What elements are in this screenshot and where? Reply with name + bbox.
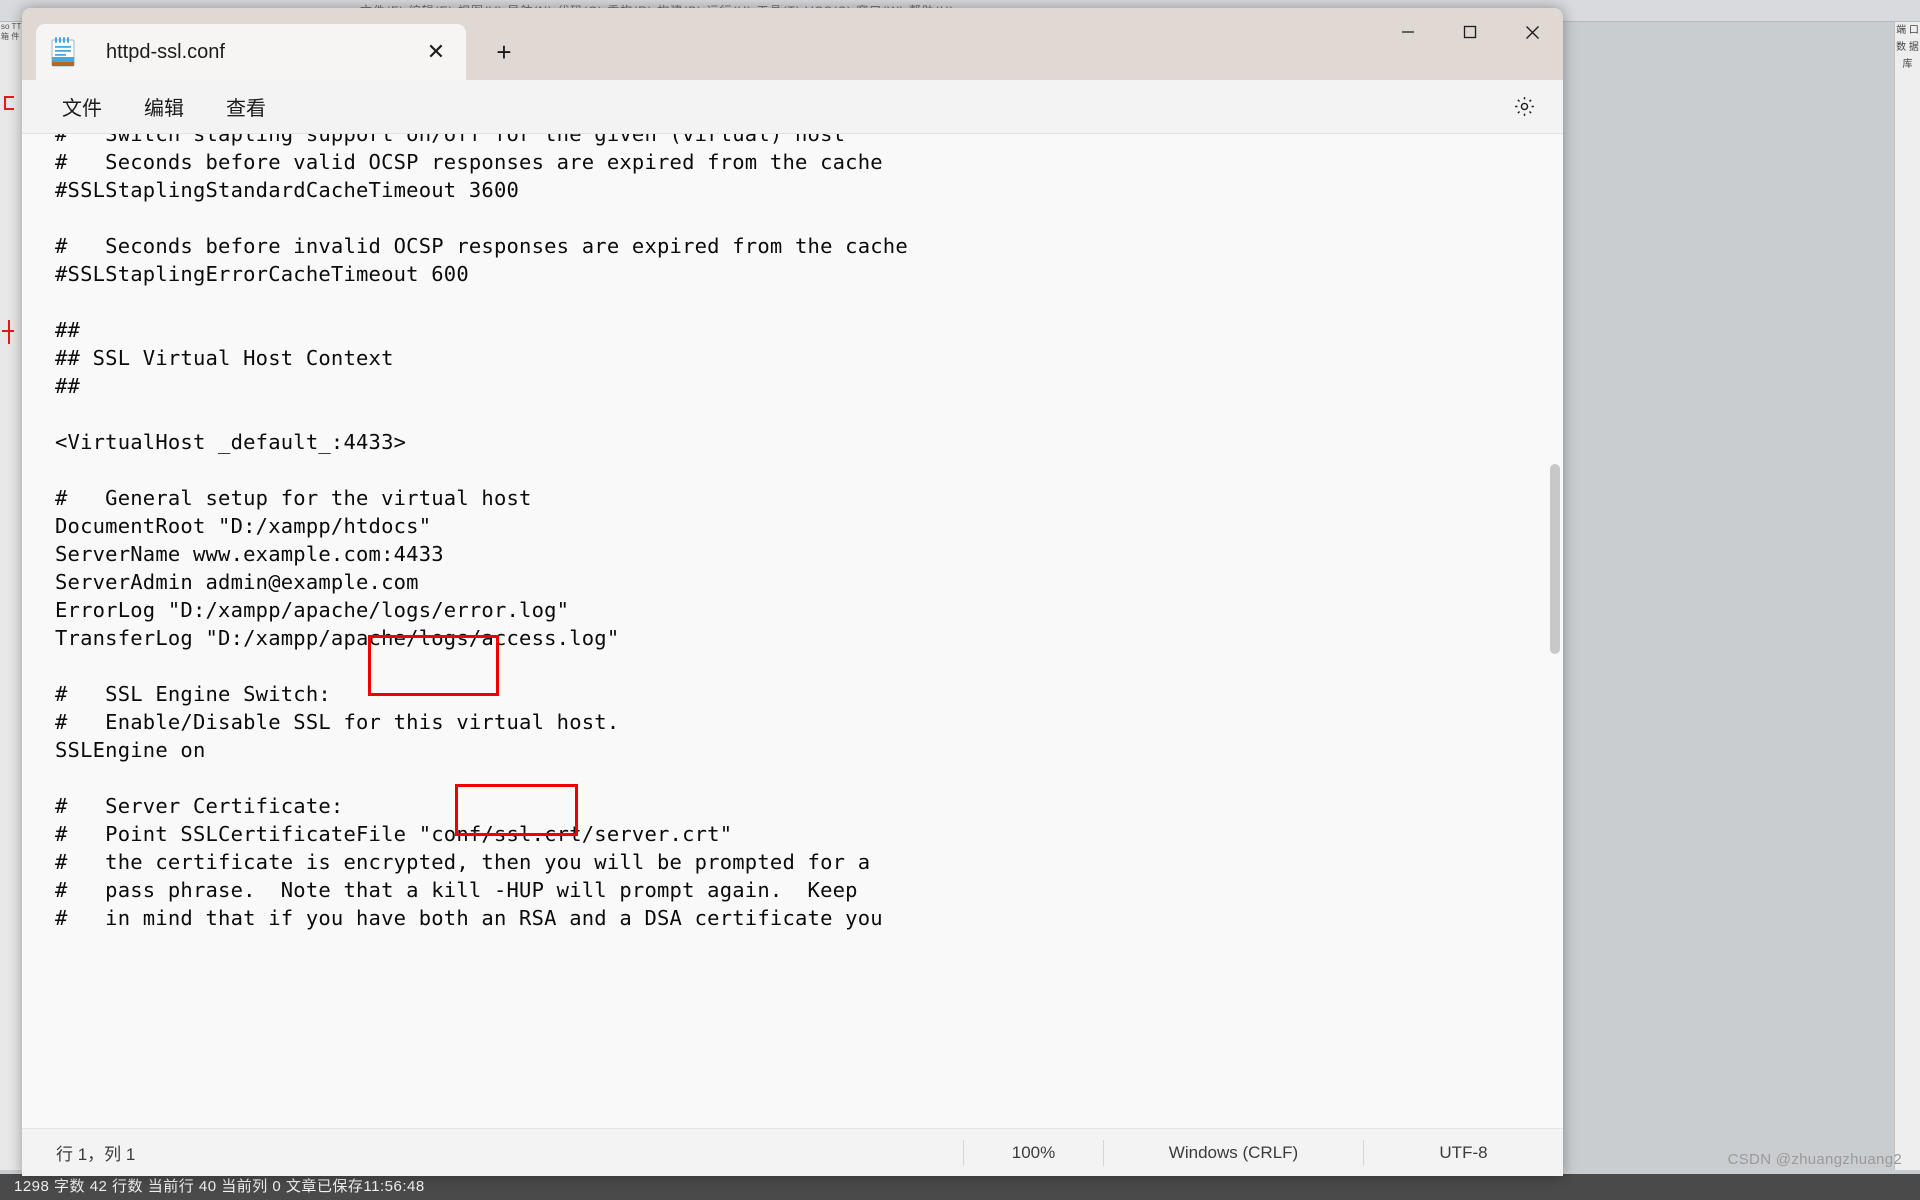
editor-line: # the certificate is encrypted, then you…	[55, 850, 871, 874]
editor-line: # Seconds before valid OCSP responses ar…	[55, 150, 883, 174]
editor-line: # Server Certificate:	[55, 794, 344, 818]
tab-httpd-ssl-conf[interactable]: httpd-ssl.conf ✕	[36, 24, 466, 80]
background-app-statusbar: 1298 字数 42 行数 当前行 40 当前列 0 文章已保存11:56:48	[0, 1174, 1920, 1200]
editor-line: # General setup for the virtual host	[55, 486, 532, 510]
menu-edit[interactable]: 编辑	[130, 86, 198, 127]
background-annotation-mark-3	[8, 320, 10, 344]
editor-line: ##	[55, 318, 81, 342]
menu-file[interactable]: 文件	[48, 86, 116, 127]
editor-line: ServerAdmin admin@example.com	[55, 570, 419, 594]
gear-icon	[1514, 97, 1534, 116]
statusbar: 行 1，列 1 100% Windows (CRLF) UTF-8	[22, 1128, 1563, 1176]
background-app-right-rail: 端 口 数 据 库	[1894, 22, 1920, 1170]
titlebar: httpd-ssl.conf ✕ +	[22, 8, 1563, 80]
editor-line: # Enable/Disable SSL for this virtual ho…	[55, 710, 620, 734]
notepad-window: httpd-ssl.conf ✕ + 文件 编辑 查看 # Switch sta…	[22, 8, 1563, 1176]
status-line-ending[interactable]: Windows (CRLF)	[1103, 1139, 1363, 1166]
minimize-button[interactable]	[1377, 8, 1439, 56]
editor-text-content[interactable]: # Switch stapling support on/off for the…	[55, 134, 1523, 932]
editor-line: # in mind that if you have both an RSA a…	[55, 906, 883, 930]
minimize-icon	[1402, 31, 1414, 33]
editor-line: <VirtualHost _default_:4433>	[55, 430, 407, 454]
editor-scrollbar-thumb[interactable]	[1550, 464, 1560, 654]
background-app-right-rail-text: 端 口 数 据 库	[1896, 25, 1919, 70]
editor-line: #SSLStaplingErrorCacheTimeout 600	[55, 262, 469, 286]
status-cursor-position: 行 1，列 1	[56, 1145, 136, 1164]
editor-line: # Seconds before invalid OCSP responses …	[55, 234, 908, 258]
status-right-group: 100% Windows (CRLF) UTF-8	[963, 1139, 1563, 1166]
status-zoom-level[interactable]: 100%	[963, 1139, 1103, 1166]
menu-view[interactable]: 查看	[212, 86, 280, 127]
maximize-icon	[1463, 25, 1477, 39]
editor-line: # SSL Engine Switch:	[55, 682, 331, 706]
editor-area[interactable]: # Switch stapling support on/off for the…	[22, 134, 1563, 1128]
editor-line: DocumentRoot "D:/xampp/htdocs"	[55, 514, 432, 538]
close-tab-icon[interactable]: ✕	[418, 34, 454, 70]
editor-line: # pass phrase. Note that a kill -HUP wil…	[55, 878, 858, 902]
close-icon	[1525, 25, 1539, 39]
window-controls	[1377, 8, 1563, 56]
maximize-button[interactable]	[1439, 8, 1501, 56]
menubar: 文件 编辑 查看	[22, 80, 1563, 134]
editor-scrollbar[interactable]	[1546, 134, 1563, 1128]
editor-line: SSLEngine on	[55, 738, 206, 762]
settings-button[interactable]	[1505, 88, 1543, 126]
editor-line: # Switch stapling support on/off for the…	[55, 134, 846, 146]
tab-title: httpd-ssl.conf	[106, 40, 225, 63]
editor-line: ##	[55, 374, 81, 398]
notepad-icon	[50, 36, 76, 68]
editor-line: # Point SSLCertificateFile "conf/ssl.crt…	[55, 822, 733, 846]
editor-line: ServerName www.example.com:4433	[55, 542, 444, 566]
tabstrip: httpd-ssl.conf ✕ +	[22, 8, 524, 80]
status-encoding[interactable]: UTF-8	[1363, 1139, 1563, 1166]
editor-line: ErrorLog "D:/xampp/apache/logs/error.log…	[55, 598, 570, 622]
editor-line: #SSLStaplingStandardCacheTimeout 3600	[55, 178, 520, 202]
new-tab-icon[interactable]: +	[484, 32, 524, 72]
editor-line: ## SSL Virtual Host Context	[55, 346, 394, 370]
close-window-button[interactable]	[1501, 8, 1563, 56]
background-annotation-mark-1	[4, 96, 14, 110]
editor-line: TransferLog "D:/xampp/apache/logs/access…	[55, 626, 620, 650]
